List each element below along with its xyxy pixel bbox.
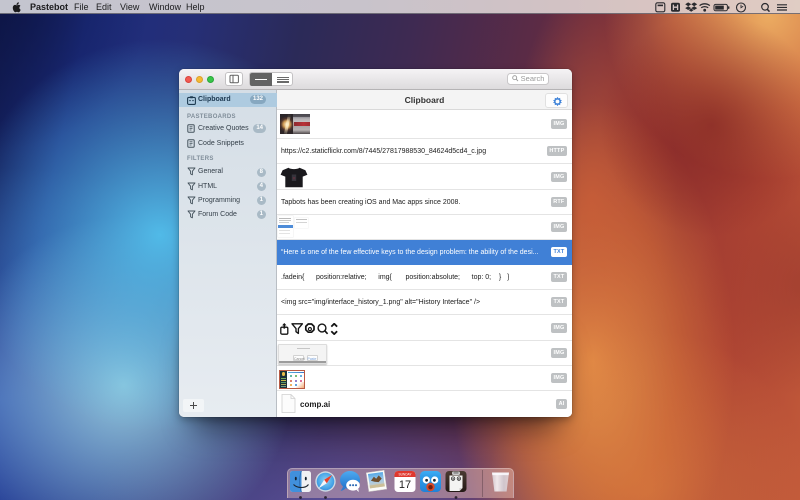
svg-text:SUNDAY: SUNDAY — [398, 473, 412, 477]
svg-text:17: 17 — [399, 479, 411, 491]
